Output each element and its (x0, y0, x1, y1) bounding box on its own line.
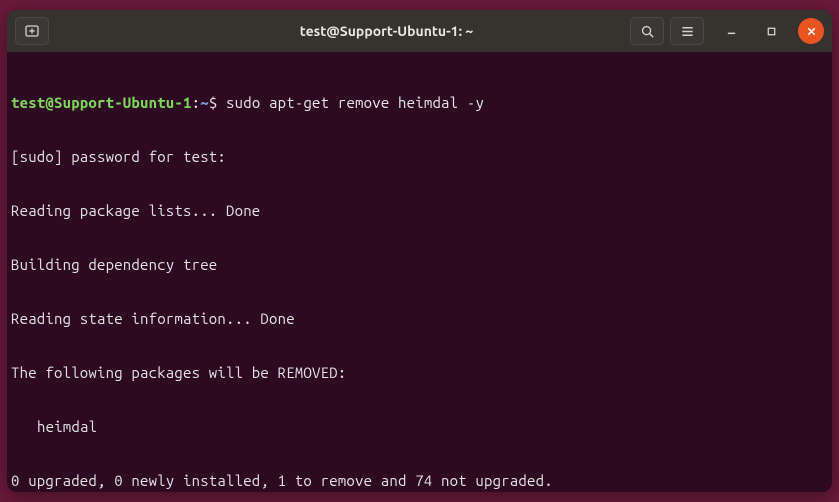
output-line: The following packages will be REMOVED: (11, 364, 828, 382)
menu-button[interactable] (670, 17, 704, 45)
minimize-button[interactable] (718, 18, 744, 44)
close-icon (806, 26, 817, 37)
search-icon (640, 24, 655, 39)
output-line: Reading package lists... Done (11, 202, 828, 220)
prompt-path: ~ (200, 94, 209, 111)
new-tab-button[interactable] (15, 17, 49, 45)
prompt-line-1: test@Support-Ubuntu-1:~$ sudo apt-get re… (11, 94, 828, 112)
output-line: Building dependency tree (11, 256, 828, 274)
titlebar: test@Support-Ubuntu-1: ~ (7, 10, 832, 52)
maximize-button[interactable] (758, 18, 784, 44)
terminal-body[interactable]: test@Support-Ubuntu-1:~$ sudo apt-get re… (7, 52, 832, 492)
new-tab-icon (24, 23, 40, 39)
prompt-user-host: test@Support-Ubuntu-1 (11, 94, 192, 111)
terminal-window: test@Support-Ubuntu-1: ~ (7, 10, 832, 492)
hamburger-icon (680, 24, 695, 39)
command-text: sudo apt-get remove heimdal -y (226, 94, 484, 111)
window-title: test@Support-Ubuntu-1: ~ (49, 23, 624, 39)
maximize-icon (766, 26, 777, 37)
output-line: 0 upgraded, 0 newly installed, 1 to remo… (11, 472, 828, 490)
close-button[interactable] (798, 18, 824, 44)
search-button[interactable] (630, 17, 664, 45)
output-line: [sudo] password for test: (11, 148, 828, 166)
prompt-colon: : (192, 94, 201, 111)
output-line: heimdal (11, 418, 828, 436)
output-line: Reading state information... Done (11, 310, 828, 328)
minimize-icon (726, 26, 737, 37)
